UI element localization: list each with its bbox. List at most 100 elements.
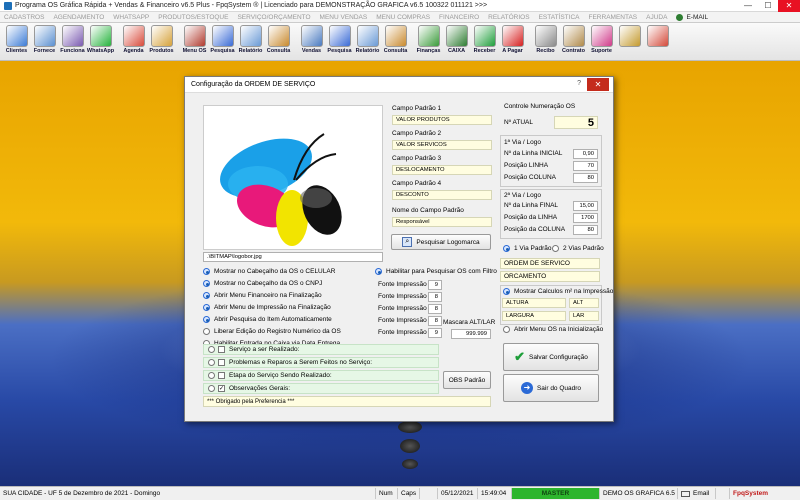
toolbar-button[interactable]: Vendas [298,25,325,59]
checkbox[interactable] [218,372,225,379]
n-atual-field[interactable]: 5 [554,116,598,129]
abrir-menu-os-radio[interactable] [503,326,510,333]
habilitar-pesquisar-os-radio[interactable] [375,268,382,275]
habilitar-pesquisar-os-option[interactable]: Habilitar para Pesquisar OS com Filtro [375,268,497,275]
lar-field[interactable]: LAR [569,311,599,321]
toolbar-button[interactable]: Suporte [588,25,615,59]
via-padrao-2-option[interactable]: 2 Vias Padrão [552,245,604,252]
option-row[interactable]: Abrir Pesquisa do Item Automaticamente [203,316,332,323]
toolbar-button[interactable]: Consulta [382,25,409,59]
fonte-field[interactable]: 9 [428,280,442,290]
menu-item[interactable]: CADASTROS [4,14,44,21]
menu-item[interactable]: FINANCEIRO [439,14,479,21]
via-row-field[interactable]: 70 [573,161,598,171]
option-radio[interactable] [203,280,210,287]
toolbar-button[interactable] [616,25,643,59]
fonte-field[interactable]: 8 [428,292,442,302]
menu-item[interactable]: AGENDAMENTO [53,14,104,21]
menu-item[interactable]: SERVIÇO/ORÇAMENTO [237,14,310,21]
via-row-field[interactable]: 15,00 [573,201,598,211]
close-button[interactable]: ✕ [778,0,800,12]
status-email[interactable]: Email [677,488,715,499]
campo-padrao-field[interactable]: VALOR SERVICOS [392,140,492,150]
checkbox[interactable] [218,359,225,366]
toolbar-button[interactable] [644,25,671,59]
toolbar-button[interactable]: Receber [471,25,498,59]
toolbar-button[interactable]: Menu OS [181,25,208,59]
toolbar-button[interactable]: Finanças [415,25,442,59]
campo-padrao-field[interactable]: DESLOCAMENTO [392,165,492,175]
check-radio[interactable] [208,385,215,392]
via-padrao-2-radio[interactable] [552,245,559,252]
checkbox[interactable] [218,346,225,353]
campo-padrao-field[interactable]: VALOR PRODUTOS [392,115,492,125]
largura-field[interactable]: LARGURA [502,311,566,321]
toolbar-button[interactable]: Pesquisa [326,25,353,59]
toolbar-button[interactable]: Relatório [354,25,381,59]
doc-field-1[interactable]: ORDEM DE SERVICO [500,258,600,269]
sair-button[interactable]: ➜ Sair do Quadro [503,374,599,402]
via-row-field[interactable]: 80 [573,173,598,183]
option-radio[interactable] [203,268,210,275]
toolbar-button[interactable]: Pesquisa [209,25,236,59]
toolbar-button[interactable]: Consulta [265,25,292,59]
doc-field-2[interactable]: ORCAMENTO [500,271,600,282]
help-button[interactable]: ? [577,80,581,87]
maximize-button[interactable]: ☐ [758,0,778,12]
menu-item[interactable]: AJUDA [646,14,667,21]
menu-item[interactable]: MENU VENDAS [320,14,368,21]
option-radio[interactable] [203,292,210,299]
obs-text-field[interactable]: *** Obrigado pela Preferencia *** [203,396,491,407]
menu-item[interactable]: WHATSAPP [113,14,149,21]
obs-padrao-button[interactable]: OBS Padrão [443,371,491,389]
logo-path-field[interactable]: .\BITMAP\logobor.jpg [203,252,383,262]
menu-item[interactable]: PRODUTOS/ESTOQUE [158,14,228,21]
toolbar-button[interactable]: Produtos [148,25,175,59]
via-padrao-1-radio[interactable] [503,245,510,252]
toolbar-button[interactable]: A Pagar [499,25,526,59]
via-row-field[interactable]: 1700 [573,213,598,223]
toolbar-button[interactable]: Funciona [59,25,86,59]
obs-check-row[interactable]: Serviço a ser Realizado: [203,344,439,355]
altura-field[interactable]: ALTURA [502,298,566,308]
mostrar-calculos-radio[interactable] [503,288,510,295]
menu-item[interactable]: FERRAMENTAS [589,14,638,21]
pesquisar-logomarca-button[interactable]: ⌕ Pesquisar Logomarca [391,234,491,250]
check-radio[interactable] [208,359,215,366]
mostrar-calculos-option[interactable]: Mostrar Calculos m² na Impressão [503,288,613,295]
option-radio[interactable] [203,304,210,311]
toolbar-button[interactable]: Clientes [3,25,30,59]
menu-item[interactable]: ESTATÍSTICA [539,14,580,21]
check-radio[interactable] [208,346,215,353]
dialog-close-button[interactable]: ✕ [587,78,609,91]
abrir-menu-os-option[interactable]: Abrir Menu OS na Inicialização [503,326,603,333]
toolbar-button[interactable]: Agenda [120,25,147,59]
toolbar-button[interactable]: Contrato [560,25,587,59]
via-padrao-1-option[interactable]: 1 Via Padrão [503,245,551,252]
toolbar-button[interactable]: Recibo [532,25,559,59]
option-row[interactable]: Mostrar no Cabeçalho da OS o CNPJ [203,280,322,287]
fonte-field[interactable]: 9 [428,328,442,338]
option-row[interactable]: Mostrar no Cabeçalho da OS o CELULAR [203,268,335,275]
alt-field[interactable]: ALT [569,298,599,308]
fonte-field[interactable]: 8 [428,304,442,314]
obs-check-row[interactable]: ✓ Observações Gerais: [203,383,439,394]
menu-item[interactable]: RELATÓRIOS [488,14,529,21]
menu-item[interactable]: E-MAIL [676,13,708,21]
option-row[interactable]: Abrir Menu de Impressão na Finalização [203,304,331,311]
campo-padrao-field[interactable]: DESCONTO [392,190,492,200]
check-radio[interactable] [208,372,215,379]
obs-check-row[interactable]: Problemas e Reparos a Serem Feitos no Se… [203,357,439,368]
toolbar-button[interactable]: Fornece [31,25,58,59]
toolbar-button[interactable]: Relatório [237,25,264,59]
option-row[interactable]: Liberar Edição do Registro Numérico da O… [203,328,341,335]
nome-campo-field[interactable]: Responsável [392,217,492,227]
via-row-field[interactable]: 0,90 [573,149,598,159]
option-radio[interactable] [203,316,210,323]
via-row-field[interactable]: 80 [573,225,598,235]
mascara-field[interactable]: 999.999 [451,329,491,339]
toolbar-button[interactable]: WhatsApp [87,25,114,59]
checkbox[interactable]: ✓ [218,385,225,392]
option-radio[interactable] [203,328,210,335]
option-row[interactable]: Abrir Menu Financeiro na Finalização [203,292,322,299]
